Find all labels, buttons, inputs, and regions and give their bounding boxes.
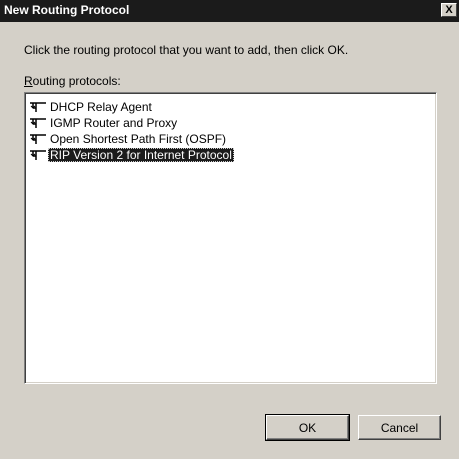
list-item-label: DHCP Relay Agent — [50, 100, 152, 114]
routing-protocols-label: Routing protocols: — [24, 74, 121, 88]
new-routing-protocol-dialog: New Routing Protocol X Click the routing… — [0, 0, 459, 459]
instruction-text: Click the routing protocol that you want… — [24, 43, 349, 57]
close-icon: X — [445, 4, 453, 16]
list-item-dhcp-relay-agent[interactable]: DHCP Relay Agent — [28, 99, 436, 115]
dialog-title: New Routing Protocol — [4, 3, 130, 17]
list-item-igmp-router-and-proxy[interactable]: IGMP Router and Proxy — [28, 115, 436, 131]
routing-protocols-list[interactable]: DHCP Relay Agent IGMP Router and Proxy O… — [24, 92, 437, 384]
list-item-label: IGMP Router and Proxy — [50, 116, 178, 130]
ok-button[interactable]: OK — [265, 414, 350, 441]
routing-protocol-icon — [28, 132, 48, 146]
routing-protocol-icon — [28, 100, 48, 114]
routing-protocols-label-accelerator: R — [24, 74, 33, 88]
list-item-ospf[interactable]: Open Shortest Path First (OSPF) — [28, 131, 436, 147]
title-bar[interactable]: New Routing Protocol X — [0, 0, 459, 22]
routing-protocols-label-text: outing protocols: — [32, 74, 121, 88]
list-item-rip-version-2[interactable]: RIP Version 2 for Internet Protocol — [28, 147, 436, 163]
list-item-label: Open Shortest Path First (OSPF) — [50, 132, 227, 146]
list-item-label: RIP Version 2 for Internet Protocol — [48, 148, 234, 162]
cancel-button[interactable]: Cancel — [358, 415, 441, 440]
routing-protocol-icon — [28, 148, 48, 162]
close-button[interactable]: X — [441, 3, 457, 17]
routing-protocol-icon — [28, 116, 48, 130]
